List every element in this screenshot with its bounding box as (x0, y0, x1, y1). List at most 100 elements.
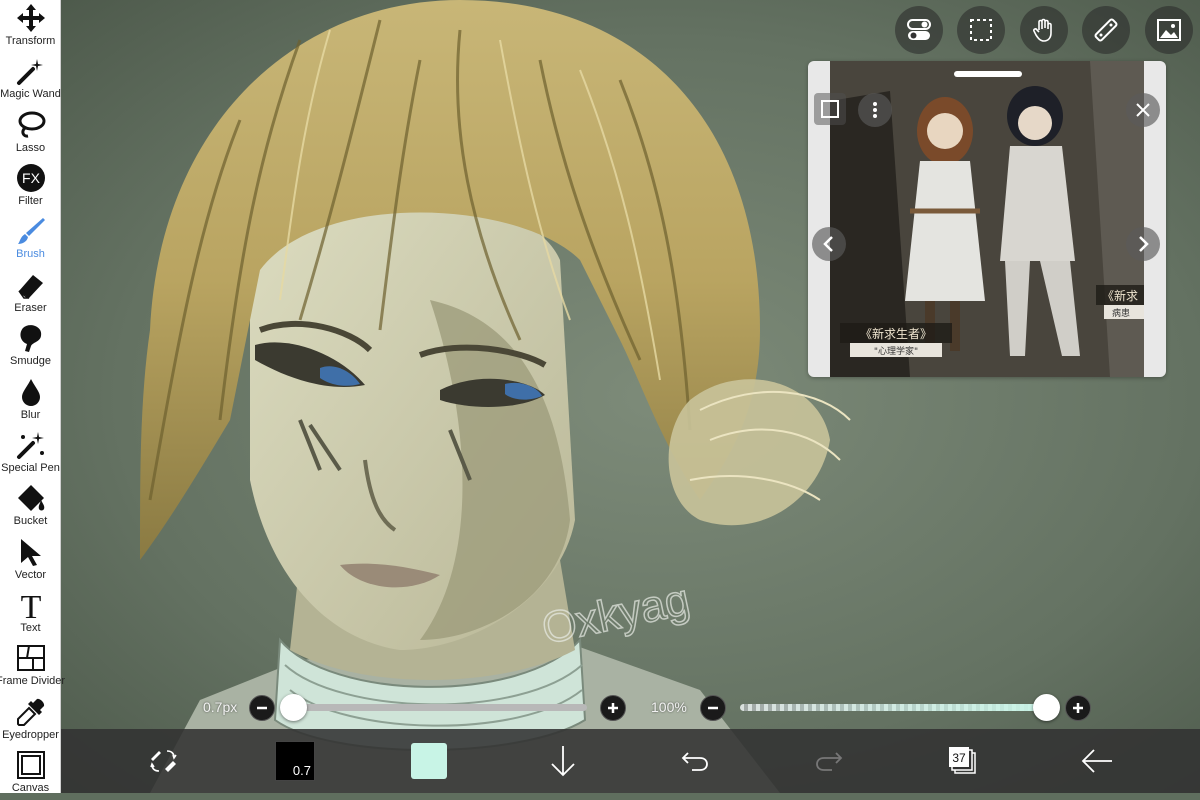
tool-label: Blur (20, 409, 41, 421)
tool-frame-divider[interactable]: Frame Divider (0, 640, 65, 693)
layers-button[interactable]: 37 (941, 741, 985, 781)
minus-icon (708, 706, 718, 710)
selection-icon (970, 19, 992, 41)
tool-label: Brush (16, 248, 45, 260)
reference-prev-button[interactable] (812, 227, 846, 261)
tool-label: Transform (5, 35, 56, 47)
square-icon (821, 100, 839, 118)
reference-window[interactable]: 《新求生者》 "心理学家" 《新求 病患 (808, 61, 1166, 377)
tool-blur[interactable]: Blur (0, 374, 61, 427)
eraser-icon (17, 275, 43, 299)
tool-transform[interactable]: Transform (0, 0, 61, 53)
svg-text:FX: FX (22, 170, 41, 186)
tool-label: Canvas (11, 782, 50, 794)
brush-eraser-swap-icon (150, 750, 177, 772)
reference-close-button[interactable] (1126, 93, 1160, 127)
brush-size-slider: 0.7px (195, 692, 630, 722)
selection-button[interactable] (957, 6, 1005, 54)
opacity-decrease-button[interactable] (700, 695, 726, 721)
brush-size-increase-button[interactable] (600, 695, 626, 721)
tool-vector[interactable]: Vector (0, 534, 61, 587)
tool-bucket[interactable]: Bucket (0, 480, 61, 533)
reference-sub-left: "心理学家" (874, 345, 918, 357)
arrow-down-icon (551, 746, 575, 777)
reference-caption-left: 《新求生者》 (860, 326, 932, 341)
canvas-icon (16, 751, 45, 779)
opacity-track[interactable] (740, 704, 1050, 711)
svg-text:T: T (20, 589, 41, 621)
minus-icon (257, 706, 267, 710)
layers-icon: 37 (949, 747, 976, 774)
tool-label: Filter (18, 195, 43, 207)
brush-icon (17, 218, 45, 244)
brush-size-badge: 0.7 (292, 763, 311, 778)
opacity-thumb[interactable] (1033, 694, 1060, 721)
tool-filter[interactable]: FX Filter (0, 160, 61, 213)
brush-size-label: 0.7px (203, 699, 238, 715)
tool-label: Eraser (14, 302, 47, 314)
sparkle-pen-icon (16, 432, 44, 459)
brush-size-preview[interactable]: 0.7 (275, 741, 315, 781)
reference-drag-handle[interactable] (954, 71, 1022, 77)
plus-icon (1073, 703, 1083, 713)
bottom-toolbar: 0.7 37 (61, 729, 1200, 793)
undo-icon (681, 752, 708, 771)
redo-icon (816, 752, 843, 771)
ruler-icon (1094, 18, 1118, 42)
color-swatch-button[interactable] (411, 743, 447, 779)
tool-label: Magic Wand (0, 88, 61, 100)
layer-count: 37 (952, 751, 966, 765)
tool-brush[interactable]: Brush (0, 213, 61, 266)
brush-size-thumb[interactable] (280, 694, 307, 721)
ruler-button[interactable] (1082, 6, 1130, 54)
tool-label: Vector (14, 569, 47, 581)
hand-icon (1033, 18, 1052, 42)
tool-text[interactable]: T Text (0, 587, 61, 640)
text-t-icon: T (20, 589, 41, 621)
magic-wand-icon (16, 59, 43, 85)
tool-canvas[interactable]: Canvas (0, 747, 61, 800)
eyedropper-icon (16, 698, 44, 726)
more-vertical-icon (873, 102, 877, 118)
tool-label: Special Pen (1, 462, 60, 474)
move-arrows-icon (16, 4, 45, 32)
frame-divider-icon (16, 645, 45, 671)
hand-button[interactable] (1020, 6, 1068, 54)
reference-button[interactable] (1145, 6, 1193, 54)
save-down-button[interactable] (541, 741, 585, 781)
chevron-right-icon (1139, 236, 1149, 252)
swap-brush-button[interactable] (141, 741, 185, 781)
opacity-label: 100% (651, 699, 687, 715)
brush-size-track[interactable] (287, 704, 587, 711)
arrow-left-icon (1081, 749, 1112, 773)
lasso-icon (18, 111, 45, 138)
reference-next-button[interactable] (1126, 227, 1160, 261)
tool-magic-wand[interactable]: Magic Wand (0, 53, 61, 106)
tool-eyedropper[interactable]: Eyedropper (0, 694, 61, 747)
smudge-icon (19, 325, 41, 352)
tool-smudge[interactable]: Smudge (0, 320, 61, 373)
tool-label: Eyedropper (2, 729, 59, 741)
reference-image-icon (1157, 19, 1181, 41)
droplet-icon (21, 379, 40, 406)
redo-button[interactable] (807, 741, 851, 781)
bucket-icon (17, 485, 44, 511)
opacity-increase-button[interactable] (1065, 695, 1091, 721)
tool-lasso[interactable]: Lasso (0, 107, 61, 160)
tool-label: Frame Divider (0, 675, 66, 687)
tool-label: Text (20, 622, 41, 634)
tool-eraser[interactable]: Eraser (0, 267, 61, 320)
toggle-icon (907, 19, 931, 40)
plus-icon (608, 703, 618, 713)
undo-button[interactable] (673, 741, 717, 781)
tool-special-pen[interactable]: Special Pen (0, 427, 61, 480)
reference-caption-right: 《新求 (1102, 288, 1138, 303)
reference-resize-button[interactable] (814, 93, 846, 125)
tool-label: Bucket (13, 515, 48, 527)
brush-size-decrease-button[interactable] (249, 695, 275, 721)
reference-menu-button[interactable] (858, 93, 892, 127)
settings-toggle-button[interactable] (895, 6, 943, 54)
cursor-arrow-icon (20, 539, 41, 566)
tool-label: Lasso (15, 142, 46, 154)
back-button[interactable] (1075, 741, 1119, 781)
